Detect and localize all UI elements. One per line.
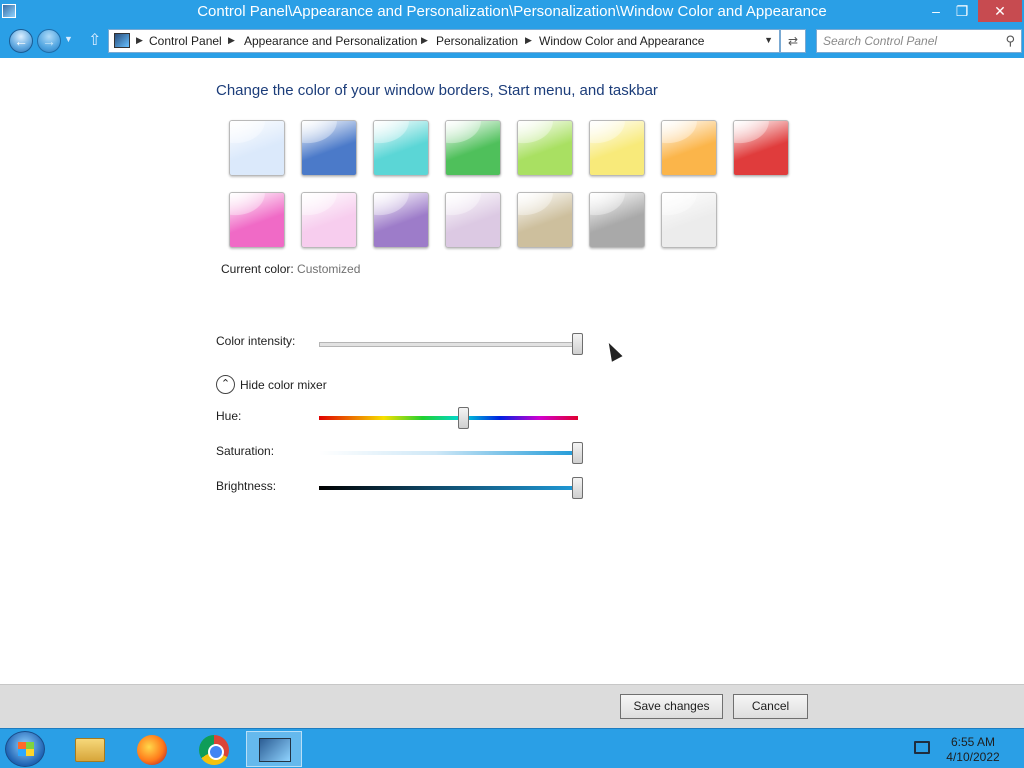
- taskbar-firefox[interactable]: [124, 731, 180, 767]
- saturation-slider[interactable]: [319, 451, 578, 455]
- firefox-icon: [137, 735, 167, 765]
- color-swatch[interactable]: [733, 120, 789, 176]
- current-color-label: Current color:: [221, 262, 294, 276]
- current-color-value: Customized: [297, 262, 361, 276]
- breadcrumb-appearance[interactable]: Appearance and Personalization: [244, 34, 417, 48]
- cancel-button[interactable]: Cancel: [733, 694, 808, 719]
- refresh-icon: ⇄: [787, 34, 799, 48]
- brightness-slider[interactable]: [319, 486, 578, 490]
- swatch-gloss: [230, 121, 284, 175]
- swatch-gloss: [518, 121, 572, 175]
- color-swatch[interactable]: [445, 192, 501, 248]
- swatch-gloss: [302, 121, 356, 175]
- maximize-button[interactable]: ❐: [950, 0, 974, 22]
- hue-slider[interactable]: [319, 416, 578, 420]
- page-title: Change the color of your window borders,…: [216, 82, 658, 99]
- taskbar: 6:55 AM 4/10/2022: [0, 728, 1024, 768]
- color-swatch[interactable]: [661, 192, 717, 248]
- saturation-slider-thumb[interactable]: [572, 442, 583, 464]
- brightness-label: Brightness:: [216, 479, 277, 493]
- address-bar[interactable]: ▶ Control Panel ▶ Appearance and Persona…: [108, 29, 780, 53]
- close-button[interactable]: ✕: [978, 0, 1022, 22]
- color-swatch[interactable]: [373, 120, 429, 176]
- breadcrumb-separator-icon[interactable]: ▶: [228, 35, 235, 46]
- breadcrumb-separator-icon[interactable]: ▶: [421, 35, 428, 46]
- refresh-button[interactable]: ⇄: [780, 29, 806, 53]
- breadcrumb-control-panel[interactable]: Control Panel: [149, 34, 222, 48]
- main-content: Change the color of your window borders,…: [0, 58, 1024, 684]
- windows-logo-icon: [18, 749, 34, 756]
- color-intensity-slider-thumb[interactable]: [572, 333, 583, 355]
- swatch-gloss: [590, 121, 644, 175]
- taskbar-chrome[interactable]: [186, 731, 242, 767]
- title-bar: Control Panel\Appearance and Personaliza…: [0, 0, 1024, 24]
- taskbar-file-explorer[interactable]: [62, 731, 118, 767]
- color-swatch[interactable]: [517, 120, 573, 176]
- recent-pages-dropdown-icon[interactable]: ▼: [64, 34, 73, 44]
- taskbar-control-panel[interactable]: [246, 731, 302, 767]
- swatch-gloss: [734, 121, 788, 175]
- swatch-gloss: [446, 193, 500, 247]
- dialog-footer: Save changes Cancel: [0, 684, 1024, 728]
- brightness-slider-thumb[interactable]: [572, 477, 583, 499]
- color-swatch[interactable]: [445, 120, 501, 176]
- chrome-icon: [199, 735, 229, 765]
- color-swatch[interactable]: [589, 192, 645, 248]
- control-panel-icon: [114, 33, 130, 48]
- swatch-gloss: [518, 193, 572, 247]
- window-title: Control Panel\Appearance and Personaliza…: [197, 3, 827, 20]
- forward-button[interactable]: →: [37, 29, 61, 53]
- back-button[interactable]: ←: [9, 29, 33, 53]
- system-clock[interactable]: 6:55 AM 4/10/2022: [940, 735, 1006, 765]
- search-input[interactable]: [823, 33, 993, 49]
- control-panel-icon: [259, 738, 291, 762]
- color-swatch[interactable]: [373, 192, 429, 248]
- color-swatch[interactable]: [589, 120, 645, 176]
- swatch-gloss: [374, 193, 428, 247]
- swatch-gloss: [590, 193, 644, 247]
- swatch-gloss: [374, 121, 428, 175]
- search-icon[interactable]: ⚲: [1005, 33, 1015, 49]
- color-swatch[interactable]: [301, 192, 357, 248]
- address-dropdown-icon[interactable]: ▼: [764, 35, 773, 45]
- save-changes-button[interactable]: Save changes: [620, 694, 723, 719]
- color-swatch[interactable]: [517, 192, 573, 248]
- hide-color-mixer-label: Hide color mixer: [240, 378, 327, 392]
- color-intensity-label: Color intensity:: [216, 334, 296, 348]
- clock-time: 6:55 AM: [950, 735, 996, 749]
- chevron-up-icon: ⌃: [216, 375, 235, 394]
- color-swatch[interactable]: [229, 120, 285, 176]
- breadcrumb-separator-icon[interactable]: ▶: [525, 35, 532, 46]
- swatch-gloss: [662, 121, 716, 175]
- breadcrumb-window-color[interactable]: Window Color and Appearance: [539, 34, 704, 48]
- navigation-bar: ← → ▼ ⇧ ▶ Control Panel ▶ Appearance and…: [0, 24, 1024, 58]
- swatch-gloss: [446, 121, 500, 175]
- swatch-gloss: [230, 193, 284, 247]
- swatch-gloss: [662, 193, 716, 247]
- folder-icon: [75, 738, 105, 762]
- current-color: Current color: Customized: [221, 262, 360, 276]
- swatch-gloss: [302, 193, 356, 247]
- mouse-cursor-icon: [603, 340, 623, 362]
- color-swatch[interactable]: [661, 120, 717, 176]
- network-icon[interactable]: [914, 741, 930, 754]
- minimize-button[interactable]: –: [924, 0, 948, 22]
- color-intensity-slider[interactable]: [319, 342, 578, 347]
- breadcrumb-separator-icon[interactable]: ▶: [136, 35, 143, 46]
- hue-label: Hue:: [216, 409, 242, 423]
- color-swatch[interactable]: [229, 192, 285, 248]
- clock-date: 4/10/2022: [946, 750, 1000, 764]
- breadcrumb-personalization[interactable]: Personalization: [436, 34, 518, 48]
- start-button[interactable]: [5, 731, 45, 767]
- search-box[interactable]: ⚲: [816, 29, 1022, 53]
- color-swatch[interactable]: [301, 120, 357, 176]
- saturation-label: Saturation:: [216, 444, 275, 458]
- up-arrow-icon[interactable]: ⇧: [88, 30, 101, 50]
- hue-slider-thumb[interactable]: [458, 407, 470, 429]
